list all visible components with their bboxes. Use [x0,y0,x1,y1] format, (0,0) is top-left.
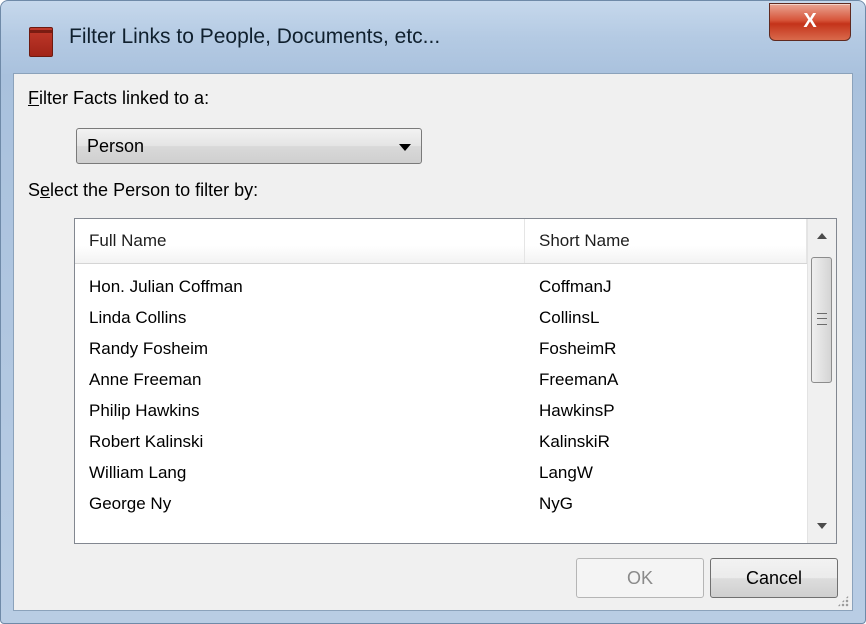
vertical-scrollbar[interactable] [807,219,836,543]
table-row[interactable]: Anne Freeman FreemanA [75,364,807,395]
short-name-cell: NyG [539,494,573,513]
filter-type-dropdown[interactable]: Person [76,128,422,164]
full-name-cell: George Ny [89,494,172,513]
person-list[interactable]: Full Name Short Name Hon. Julian Coffman… [74,218,837,544]
chevron-down-icon [399,144,411,151]
list-header: Full Name Short Name [75,219,807,264]
full-name-cell: Robert Kalinski [89,432,204,451]
close-button[interactable]: X [769,3,851,41]
dialog-window: Filter Links to People, Documents, etc..… [0,0,866,624]
full-name-cell: William Lang [89,463,187,482]
grip-icon [817,313,827,325]
scroll-thumb[interactable] [811,257,832,383]
short-name-cell: FreemanA [539,370,619,389]
full-name-cell: Linda Collins [89,308,187,327]
table-row[interactable]: Linda Collins CollinsL [75,302,807,333]
table-row[interactable]: William Lang LangW [75,457,807,488]
short-name-cell: CollinsL [539,308,600,327]
table-row[interactable]: Randy Fosheim FosheimR [75,333,807,364]
short-name-cell: CoffmanJ [539,277,612,296]
short-name-cell: FosheimR [539,339,617,358]
short-name-cell: HawkinsP [539,401,615,420]
column-header-short-name[interactable]: Short Name [525,219,807,263]
full-name-cell: Anne Freeman [89,370,202,389]
select-person-label: Select the Person to filter by: [28,180,259,200]
table-row[interactable]: Hon. Julian Coffman CoffmanJ [75,271,807,302]
table-row[interactable]: Philip Hawkins HawkinsP [75,395,807,426]
full-name-cell: Philip Hawkins [89,401,200,420]
column-header-full-name[interactable]: Full Name [75,219,525,263]
scroll-up-button[interactable] [808,219,836,253]
ok-button[interactable]: OK [576,558,704,598]
dialog-body: Filter Facts linked to a: Person Select … [13,73,853,611]
cancel-button[interactable]: Cancel [710,558,838,598]
short-name-cell: LangW [539,463,593,482]
window-title: Filter Links to People, Documents, etc..… [69,25,441,48]
filter-type-label: Filter Facts linked to a: [28,88,210,108]
full-name-cell: Hon. Julian Coffman [89,277,243,296]
table-row[interactable]: Robert Kalinski KalinskiR [75,426,807,457]
scroll-down-button[interactable] [808,509,836,543]
table-row[interactable]: George Ny NyG [75,488,807,519]
app-icon [29,27,53,57]
short-name-cell: KalinskiR [539,432,610,451]
resize-grip-icon[interactable] [837,595,849,607]
title-bar[interactable]: Filter Links to People, Documents, etc..… [1,1,865,73]
full-name-cell: Randy Fosheim [89,339,209,358]
filter-type-selected: Person [87,136,145,156]
